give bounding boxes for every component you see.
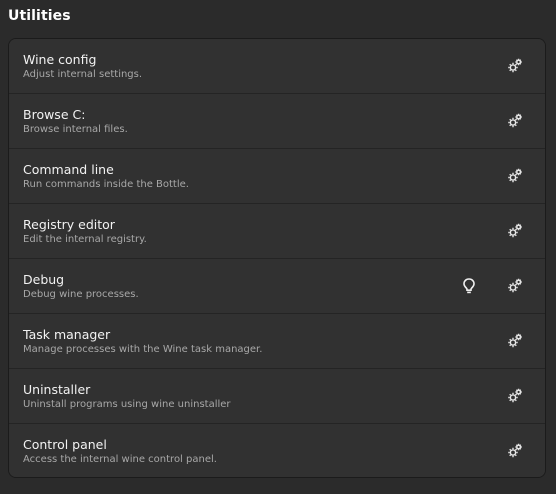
row-title: Control panel xyxy=(23,437,107,452)
gears-icon xyxy=(506,277,524,295)
utility-row-debug[interactable]: Debug Debug wine processes. xyxy=(9,259,545,314)
command-line-run-button[interactable] xyxy=(505,166,525,186)
row-subtitle: Adjust internal settings. xyxy=(23,69,143,80)
utility-row-browse-c[interactable]: Browse C: Browse internal files. xyxy=(9,94,545,149)
control-panel-run-button[interactable] xyxy=(505,441,525,461)
utility-row-task-manager[interactable]: Task manager Manage processes with the W… xyxy=(9,314,545,369)
row-subtitle: Manage processes with the Wine task mana… xyxy=(23,344,263,355)
gears-icon xyxy=(506,332,524,350)
utility-row-control-panel[interactable]: Control panel Access the internal wine c… xyxy=(9,424,545,477)
row-subtitle: Uninstall programs using wine uninstalle… xyxy=(23,399,231,410)
utilities-section-title: Utilities xyxy=(8,8,71,24)
utility-row-command-line[interactable]: Command line Run commands inside the Bot… xyxy=(9,149,545,204)
gears-icon xyxy=(506,57,524,75)
row-subtitle: Access the internal wine control panel. xyxy=(23,454,217,465)
row-subtitle: Edit the internal registry. xyxy=(23,234,147,245)
row-title: Debug xyxy=(23,272,65,287)
row-title: Wine config xyxy=(23,52,97,67)
gears-icon xyxy=(506,167,524,185)
debug-hint-button[interactable] xyxy=(459,276,479,296)
row-title: Registry editor xyxy=(23,217,115,232)
row-subtitle: Debug wine processes. xyxy=(23,289,139,300)
row-title: Uninstaller xyxy=(23,382,91,397)
gears-icon xyxy=(506,387,524,405)
utility-row-uninstaller[interactable]: Uninstaller Uninstall programs using win… xyxy=(9,369,545,424)
browse-c-run-button[interactable] xyxy=(505,111,525,131)
utilities-list: Wine config Adjust internal settings. Br… xyxy=(8,38,546,478)
gears-icon xyxy=(506,442,524,460)
row-title: Task manager xyxy=(23,327,111,342)
row-subtitle: Run commands inside the Bottle. xyxy=(23,179,189,190)
wine-config-run-button[interactable] xyxy=(505,56,525,76)
uninstaller-run-button[interactable] xyxy=(505,386,525,406)
registry-editor-run-button[interactable] xyxy=(505,221,525,241)
gears-icon xyxy=(506,222,524,240)
row-title: Browse C: xyxy=(23,107,86,122)
lightbulb-icon xyxy=(461,277,477,295)
gears-icon xyxy=(506,112,524,130)
row-title: Command line xyxy=(23,162,114,177)
row-subtitle: Browse internal files. xyxy=(23,124,128,135)
utility-row-wine-config[interactable]: Wine config Adjust internal settings. xyxy=(9,39,545,94)
task-manager-run-button[interactable] xyxy=(505,331,525,351)
utility-row-registry-editor[interactable]: Registry editor Edit the internal regist… xyxy=(9,204,545,259)
debug-run-button[interactable] xyxy=(505,276,525,296)
